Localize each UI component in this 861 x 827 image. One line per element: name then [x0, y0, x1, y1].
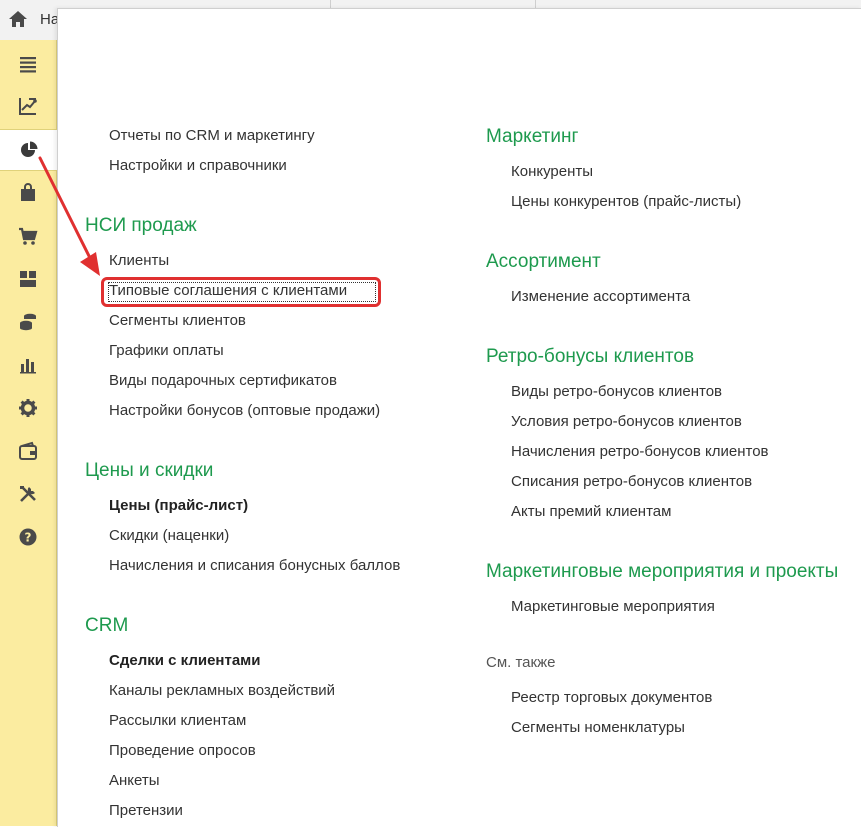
focus-outline [108, 282, 376, 302]
link-settings-catalogs[interactable]: Настройки и справочники [109, 157, 287, 174]
link-payment-schedules[interactable]: Графики оплаты [109, 342, 224, 359]
link-marketing-events[interactable]: Маркетинговые мероприятия [511, 598, 715, 615]
link-claims[interactable]: Претензии [109, 802, 183, 819]
tab-separator [330, 0, 331, 8]
link-questionnaires[interactable]: Анкеты [109, 772, 160, 789]
group-title-marketing: Маркетинг [486, 126, 579, 147]
link-assortment-change[interactable]: Изменение ассортимента [511, 288, 690, 305]
bar-chart-icon [20, 359, 36, 374]
see-also-title: См. также [486, 654, 556, 671]
main-menu-button[interactable] [0, 44, 56, 84]
help-icon: ? [19, 528, 37, 546]
group-title-nsi: НСИ продаж [85, 215, 197, 236]
section-menu-panel: Отчеты по CRM и маркетингу Настройки и с… [57, 8, 861, 827]
section-settings[interactable] [0, 388, 56, 428]
link-bonus-points[interactable]: Начисления и списания бонусных баллов [109, 557, 400, 574]
shopping-bag-icon [21, 183, 35, 201]
tab-separator [535, 0, 536, 8]
section-treasury[interactable] [0, 431, 56, 471]
link-gift-certificate-types[interactable]: Виды подарочных сертификатов [109, 372, 337, 389]
link-retro-bonus-writeoffs[interactable]: Списания ретро-бонусов клиентов [511, 473, 752, 490]
link-trade-documents-register[interactable]: Реестр торговых документов [511, 689, 712, 706]
link-surveys[interactable]: Проведение опросов [109, 742, 256, 759]
link-client-mailings[interactable]: Рассылки клиентам [109, 712, 246, 729]
link-ad-channels[interactable]: Каналы рекламных воздействий [109, 682, 335, 699]
coins-icon [20, 313, 36, 331]
menu-icon [20, 57, 36, 73]
link-nomenclature-segments[interactable]: Сегменты номенклатуры [511, 719, 685, 736]
tools-icon [20, 486, 36, 502]
link-client-deals[interactable]: Сделки с клиентами [109, 652, 260, 669]
section-finance[interactable] [0, 302, 56, 342]
link-client-segments[interactable]: Сегменты клиентов [109, 312, 246, 329]
section-purchases[interactable] [0, 216, 56, 256]
cart-icon [19, 227, 38, 245]
link-competitors[interactable]: Конкуренты [511, 163, 593, 180]
pie-chart-icon [21, 141, 38, 157]
group-title-prices: Цены и скидки [85, 460, 214, 481]
section-crm-analytics[interactable] [0, 86, 56, 126]
link-bonus-acts[interactable]: Акты премий клиентам [511, 503, 671, 520]
section-sales[interactable] [0, 173, 56, 213]
wallet-icon [19, 441, 37, 460]
link-discounts[interactable]: Скидки (наценки) [109, 527, 229, 544]
group-title-assortment: Ассортимент [486, 251, 601, 272]
link-retro-bonus-accruals[interactable]: Начисления ретро-бонусов клиентов [511, 443, 769, 460]
link-competitor-prices[interactable]: Цены конкурентов (прайс-листы) [511, 193, 741, 210]
section-warehouse[interactable] [0, 259, 56, 299]
link-price-list[interactable]: Цены (прайс-лист) [109, 497, 248, 514]
section-help[interactable]: ? [0, 517, 56, 557]
warehouse-icon [20, 271, 36, 287]
svg-text:?: ? [25, 531, 32, 545]
section-reports[interactable] [0, 345, 56, 385]
group-title-crm: CRM [85, 615, 129, 636]
link-crm-reports[interactable]: Отчеты по CRM и маркетингу [109, 127, 315, 144]
group-title-retro-bonuses: Ретро-бонусы клиентов [486, 346, 695, 367]
sections-panel: ? [0, 40, 58, 826]
group-title-marketing-events: Маркетинговые мероприятия и проекты [486, 561, 839, 582]
gear-icon [19, 399, 37, 417]
link-retro-bonus-types[interactable]: Виды ретро-бонусов клиентов [511, 383, 722, 400]
home-icon[interactable] [8, 9, 28, 29]
section-crm-marketing[interactable] [0, 129, 58, 171]
link-bonus-settings[interactable]: Настройки бонусов (оптовые продажи) [109, 402, 380, 419]
link-retro-bonus-conditions[interactable]: Условия ретро-бонусов клиентов [511, 413, 742, 430]
chart-crm-icon [19, 98, 37, 115]
link-clients[interactable]: Клиенты [109, 252, 169, 269]
section-administration[interactable] [0, 474, 56, 514]
